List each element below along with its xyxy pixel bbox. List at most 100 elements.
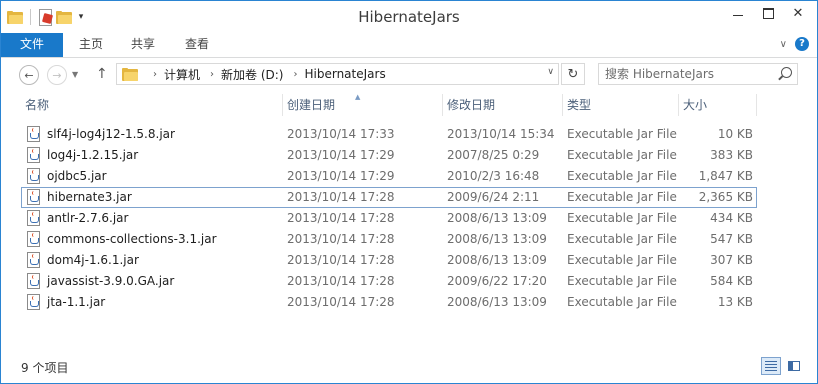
file-row[interactable]: antlr-2.7.6.jar 2013/10/14 17:28 2008/6/… (21, 208, 757, 229)
file-name: slf4j-log4j12-1.5.8.jar (47, 127, 175, 141)
window-controls: ✕ (723, 1, 813, 25)
window-title: HibernateJars (358, 8, 460, 26)
file-created: 2013/10/14 17:29 (287, 169, 395, 183)
column-header-type[interactable]: 类型 (563, 92, 679, 118)
file-created: 2013/10/14 17:28 (287, 190, 395, 204)
breadcrumb-chevron-icon[interactable]: › (210, 69, 214, 80)
file-row[interactable]: log4j-1.2.15.jar 2013/10/14 17:29 2007/8… (21, 145, 757, 166)
file-size: 584 KB (710, 274, 753, 288)
breadcrumb-computer[interactable]: 计算机 (164, 66, 200, 83)
refresh-icon: ↻ (567, 66, 579, 82)
maximize-button[interactable] (753, 1, 783, 25)
file-type: Executable Jar File (567, 127, 677, 141)
column-header-modified[interactable]: 修改日期 (443, 92, 563, 118)
file-modified: 2008/6/13 13:09 (447, 295, 547, 309)
recent-locations-dropdown-icon[interactable]: ▼ (72, 70, 78, 79)
address-folder-icon (122, 68, 138, 81)
search-box[interactable] (598, 63, 798, 85)
refresh-button[interactable]: ↻ (561, 63, 585, 85)
help-icon[interactable]: ? (795, 37, 809, 51)
file-row[interactable]: ojdbc5.jar 2013/10/14 17:29 2010/2/3 16:… (21, 166, 757, 187)
jar-file-icon (27, 273, 40, 289)
file-created: 2013/10/14 17:28 (287, 253, 395, 267)
column-header-created[interactable]: 创建日期 (283, 92, 443, 118)
expand-ribbon-chevron-icon[interactable]: ∨ (780, 39, 787, 50)
view-switcher (761, 357, 804, 375)
file-size: 13 KB (717, 295, 753, 309)
file-modified: 2008/6/13 13:09 (447, 211, 547, 225)
close-icon: ✕ (792, 5, 804, 21)
file-size: 1,847 KB (698, 169, 753, 183)
address-history-dropdown-icon[interactable]: ∨ (547, 67, 554, 77)
tab-view[interactable]: 查看 (171, 33, 223, 57)
file-created: 2013/10/14 17:33 (287, 127, 395, 141)
address-bar[interactable]: › 计算机 › 新加卷 (D:) › HibernateJars ∨ (116, 63, 559, 85)
file-size: 307 KB (710, 253, 753, 267)
file-row[interactable]: commons-collections-3.1.jar 2013/10/14 1… (21, 229, 757, 250)
file-type: Executable Jar File (567, 190, 677, 204)
file-type: Executable Jar File (567, 211, 677, 225)
jar-file-icon (27, 189, 40, 205)
file-name: log4j-1.2.15.jar (47, 148, 139, 162)
file-created: 2013/10/14 17:28 (287, 274, 395, 288)
file-type: Executable Jar File (567, 295, 677, 309)
file-size: 10 KB (717, 127, 753, 141)
column-header-label: 大小 (683, 98, 708, 112)
breadcrumb-chevron-icon[interactable]: › (153, 69, 157, 80)
file-modified: 2010/2/3 16:48 (447, 169, 540, 183)
file-size: 547 KB (710, 232, 753, 246)
file-name: antlr-2.7.6.jar (47, 211, 129, 225)
file-type: Executable Jar File (567, 253, 677, 267)
column-header-label: 修改日期 (447, 98, 496, 112)
search-icon[interactable] (781, 67, 792, 78)
tab-file[interactable]: 文件 (1, 33, 63, 57)
file-modified: 2008/6/13 13:09 (447, 232, 547, 246)
jar-file-icon (27, 126, 40, 142)
file-row-selected[interactable]: hibernate3.jar 2013/10/14 17:28 2009/6/2… (21, 187, 757, 208)
minimize-button[interactable] (723, 1, 753, 25)
close-button[interactable]: ✕ (783, 1, 813, 25)
breadcrumb-chevron-icon[interactable]: › (293, 69, 297, 80)
column-header-label: 类型 (567, 98, 592, 112)
file-list: slf4j-log4j12-1.5.8.jar 2013/10/14 17:33… (21, 124, 757, 313)
file-created: 2013/10/14 17:29 (287, 148, 395, 162)
ribbon-controls: ∨ ? (780, 37, 809, 51)
column-header-label: 名称 (25, 98, 50, 112)
file-type: Executable Jar File (567, 148, 677, 162)
file-modified: 2009/6/24 2:11 (447, 190, 540, 204)
file-row[interactable]: javassist-3.9.0.GA.jar 2013/10/14 17:28 … (21, 271, 757, 292)
file-name: ojdbc5.jar (47, 169, 107, 183)
tab-home[interactable]: 主页 (67, 33, 115, 57)
jar-file-icon (27, 210, 40, 226)
search-input[interactable] (603, 66, 775, 82)
file-created: 2013/10/14 17:28 (287, 295, 395, 309)
ribbon-tabs: 文件 主页 共享 查看 ∨ ? (1, 33, 817, 58)
explorer-window: ▾ HibernateJars ✕ 文件 主页 共享 查看 ∨ ? ← → ▼ … (0, 0, 818, 384)
large-icons-view-button[interactable] (784, 357, 804, 375)
up-arrow-icon[interactable]: ↑ (96, 66, 108, 82)
tab-share[interactable]: 共享 (119, 33, 167, 57)
breadcrumb-folder[interactable]: HibernateJars (304, 67, 385, 81)
jar-file-icon (27, 168, 40, 184)
column-headers: 名称 创建日期 修改日期 类型 大小 (1, 92, 817, 118)
file-type: Executable Jar File (567, 169, 677, 183)
breadcrumb-drive[interactable]: 新加卷 (D:) (221, 66, 283, 83)
forward-button[interactable]: → (47, 65, 67, 85)
file-row[interactable]: dom4j-1.6.1.jar 2013/10/14 17:28 2008/6/… (21, 250, 757, 271)
status-bar: 9 个项目 (1, 353, 817, 383)
file-row[interactable]: slf4j-log4j12-1.5.8.jar 2013/10/14 17:33… (21, 124, 757, 145)
file-row[interactable]: jta-1.1.jar 2013/10/14 17:28 2008/6/13 1… (21, 292, 757, 313)
column-header-size[interactable]: 大小 (679, 92, 757, 118)
back-button[interactable]: ← (19, 65, 39, 85)
file-name: commons-collections-3.1.jar (47, 232, 217, 246)
file-size: 383 KB (710, 148, 753, 162)
jar-file-icon (27, 147, 40, 163)
navigation-bar: ← → ▼ ↑ › 计算机 › 新加卷 (D:) › HibernateJars… (1, 58, 817, 92)
jar-file-icon (27, 231, 40, 247)
details-view-icon (765, 361, 777, 371)
details-view-button[interactable] (761, 357, 781, 375)
column-header-name[interactable]: 名称 (21, 92, 283, 118)
file-name: jta-1.1.jar (47, 295, 106, 309)
file-modified: 2007/8/25 0:29 (447, 148, 540, 162)
file-modified: 2008/6/13 13:09 (447, 253, 547, 267)
